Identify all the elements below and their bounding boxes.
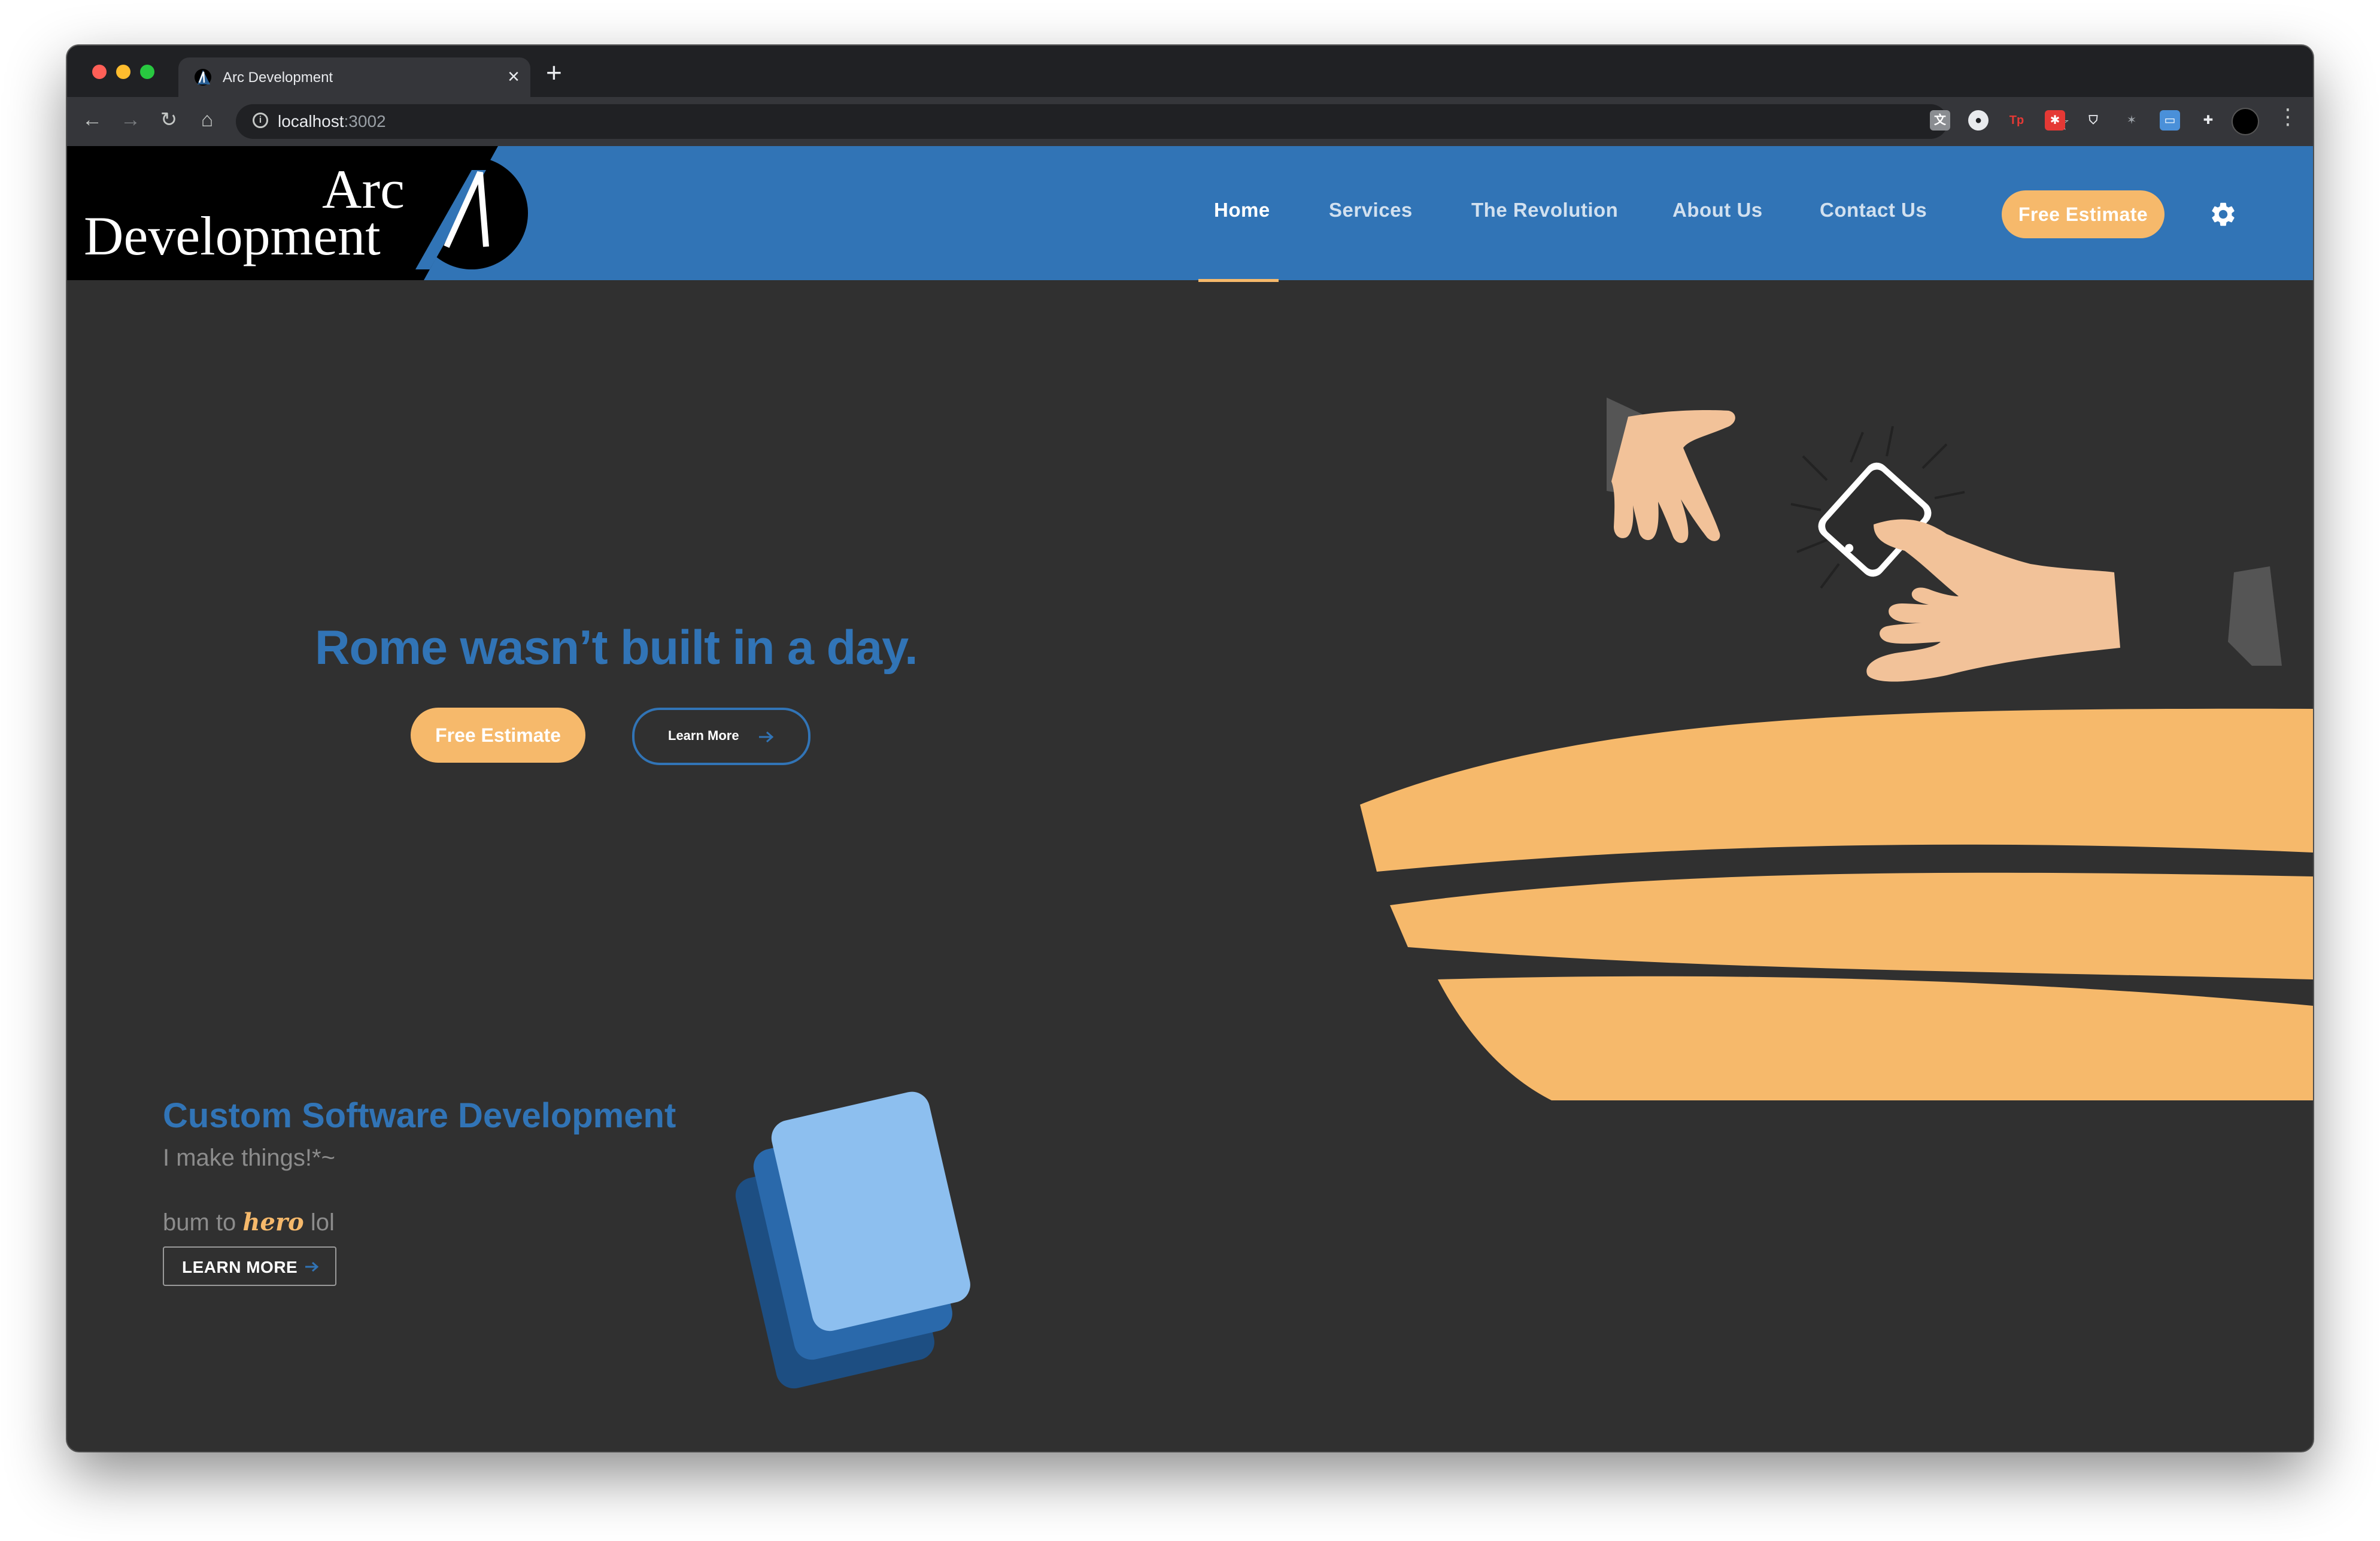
site-info-icon[interactable]: i bbox=[253, 113, 268, 128]
extension-shield-icon[interactable]: ⛉ bbox=[2083, 110, 2103, 131]
service-title: Custom Software Development bbox=[163, 1096, 676, 1135]
url-host: localhost bbox=[278, 112, 344, 131]
browser-tab[interactable]: Arc Development × bbox=[178, 57, 530, 97]
service-learn-more-label: LEARN MORE bbox=[182, 1258, 298, 1276]
close-window-button[interactable] bbox=[92, 65, 107, 79]
hero-free-estimate-button[interactable]: Free Estimate bbox=[411, 708, 585, 763]
tab-services[interactable]: Services bbox=[1329, 199, 1413, 222]
home-icon[interactable]: ⌂ bbox=[195, 108, 219, 132]
extension-tp-icon[interactable]: Tp bbox=[2006, 110, 2027, 131]
minimize-window-button[interactable] bbox=[116, 65, 130, 79]
extension-window-icon[interactable]: ▭ bbox=[2160, 110, 2180, 131]
extensions-puzzle-icon[interactable]: ✚ bbox=[2198, 110, 2218, 131]
custom-software-icon bbox=[735, 1091, 970, 1389]
gear-icon[interactable] bbox=[2209, 200, 2238, 229]
hero-illustration bbox=[1360, 398, 2313, 1100]
new-tab-button[interactable]: + bbox=[546, 57, 562, 87]
tab-contact-us[interactable]: Contact Us bbox=[1820, 199, 1927, 222]
extension-red-icon[interactable]: ✱ bbox=[2045, 110, 2065, 131]
service-tagline: bum to hero lol bbox=[163, 1208, 335, 1236]
tab-strip: Arc Development × + bbox=[67, 45, 2313, 97]
hero-learn-more-button[interactable]: Learn More bbox=[632, 708, 810, 765]
active-tab-indicator bbox=[1198, 279, 1279, 282]
header-free-estimate-button[interactable]: Free Estimate bbox=[2002, 190, 2165, 238]
sleeve-stripes-illustration bbox=[1360, 708, 2313, 1100]
arc-logo-favicon-icon bbox=[195, 69, 211, 86]
tagline-suffix: lol bbox=[303, 1209, 335, 1236]
hero-learn-more-label: Learn More bbox=[668, 728, 739, 743]
tab-home[interactable]: Home bbox=[1214, 199, 1270, 222]
tab-title: Arc Development bbox=[223, 69, 333, 86]
extension-translate-icon[interactable]: 文 bbox=[1930, 110, 1950, 131]
url-port: :3002 bbox=[344, 112, 386, 131]
hero-title: Rome wasn’t built in a day. bbox=[315, 621, 918, 675]
arrow-right-icon bbox=[305, 1261, 319, 1272]
tab-about-us[interactable]: About Us bbox=[1672, 199, 1763, 222]
extension-bug-icon[interactable]: ✶ bbox=[2121, 110, 2142, 131]
logo-word-development: Development bbox=[84, 205, 381, 266]
service-subtitle: I make things!*~ bbox=[163, 1145, 335, 1171]
back-icon[interactable]: ← bbox=[80, 108, 104, 132]
reaching-hand-illustration bbox=[1607, 398, 1735, 544]
profile-avatar[interactable] bbox=[2232, 108, 2259, 135]
tab-close-icon[interactable]: × bbox=[508, 65, 520, 89]
forward-icon[interactable]: → bbox=[119, 108, 142, 132]
service-learn-more-button[interactable]: LEARN MORE bbox=[163, 1246, 336, 1286]
browser-toolbar: ← → ↻ ⌂ i localhost:3002 ☆ 文 ● Tp ✱ ⛉ ✶ … bbox=[67, 97, 2313, 146]
extension-globe-icon[interactable]: ● bbox=[1968, 110, 1989, 131]
tagline-prefix: bum to bbox=[163, 1209, 243, 1236]
receiving-hand-illustration bbox=[1866, 519, 2282, 682]
more-menu-icon[interactable]: ⋮ bbox=[2277, 104, 2299, 129]
tagline-emphasis: hero bbox=[242, 1208, 304, 1236]
arrow-right-icon bbox=[759, 731, 774, 743]
reload-icon[interactable]: ↻ bbox=[157, 108, 181, 132]
site-header: Arc Development Home Services The Revolu… bbox=[67, 146, 2313, 282]
maximize-window-button[interactable] bbox=[140, 65, 154, 79]
browser-window: Arc Development × + ← → ↻ ⌂ i localhost:… bbox=[67, 45, 2313, 1451]
address-bar[interactable]: i localhost:3002 ☆ bbox=[236, 104, 2070, 139]
url-text: localhost:3002 bbox=[278, 112, 386, 131]
tab-the-revolution[interactable]: The Revolution bbox=[1471, 199, 1618, 222]
arc-development-logo[interactable]: Arc Development bbox=[67, 146, 546, 280]
